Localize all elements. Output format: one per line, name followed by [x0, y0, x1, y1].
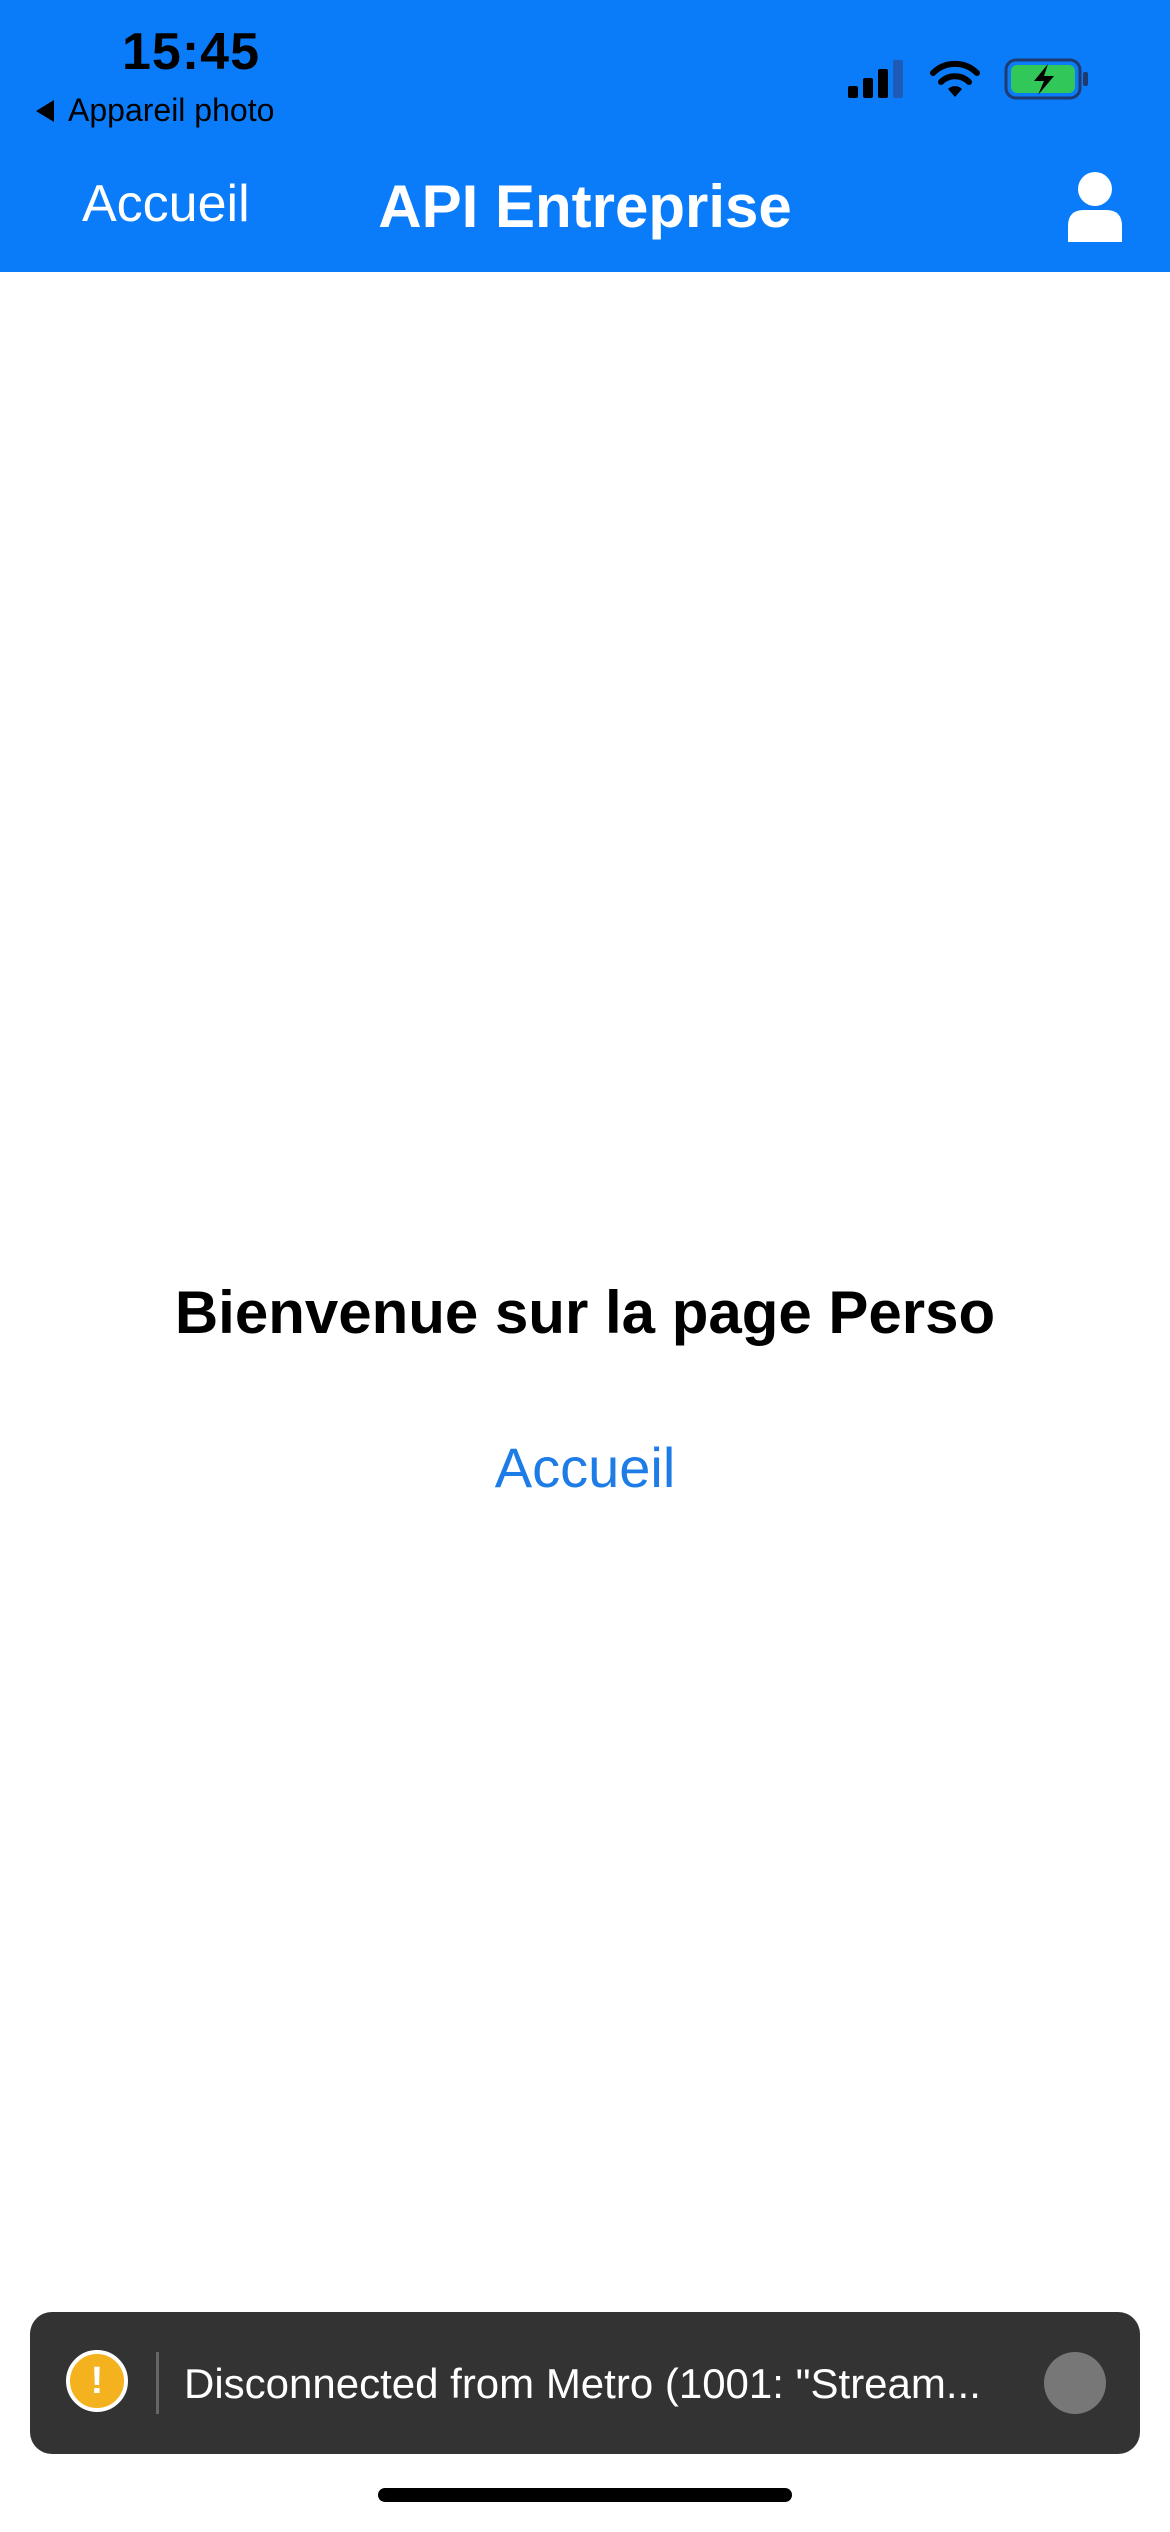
- app-screen: 15:45 Appareil photo Accueil API Entrepr…: [0, 0, 1170, 2532]
- toast-divider: [156, 2352, 159, 2414]
- dismiss-icon[interactable]: [1044, 2352, 1106, 2414]
- back-to-app-button[interactable]: Appareil photo: [36, 92, 274, 129]
- welcome-heading: Bienvenue sur la page Perso: [174, 1279, 996, 1346]
- warning-icon: !: [66, 2350, 128, 2412]
- cellular-signal-icon: [848, 60, 903, 98]
- status-time: 15:45: [122, 23, 260, 81]
- home-link[interactable]: Accueil: [0, 1435, 1170, 1500]
- battery-charging-icon: [1004, 58, 1088, 100]
- status-icons: [848, 58, 1090, 100]
- page-title: API Entreprise: [378, 173, 792, 240]
- metro-disconnect-toast[interactable]: ! Disconnected from Metro (1001: "Stream…: [30, 2312, 1140, 2454]
- user-icon[interactable]: [1064, 170, 1126, 242]
- back-triangle-icon: [36, 99, 54, 122]
- home-indicator[interactable]: [378, 2488, 792, 2502]
- back-app-label: Appareil photo: [68, 92, 275, 128]
- toast-message: Disconnected from Metro (1001: "Stream..…: [184, 2360, 981, 2407]
- header-bar: 15:45 Appareil photo Accueil API Entrepr…: [0, 0, 1170, 272]
- wifi-icon: [930, 60, 980, 97]
